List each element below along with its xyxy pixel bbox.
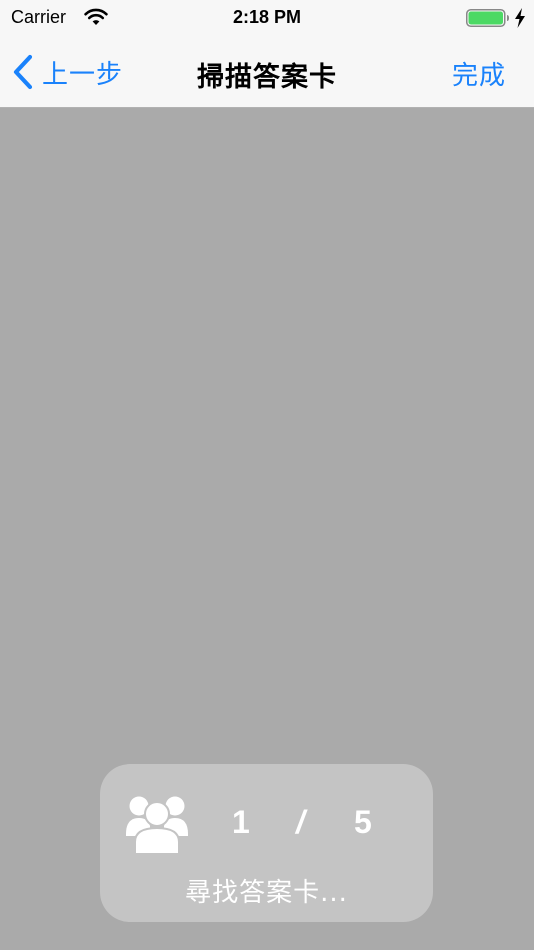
done-button[interactable]: 完成 [452, 55, 506, 92]
total-count: 5 [354, 804, 372, 840]
current-count: 1 [232, 804, 250, 840]
charging-bolt-icon [515, 8, 525, 28]
group-icon [126, 796, 188, 854]
counter-separator: / [296, 804, 305, 840]
scan-status-panel: 1 / 5 尋找答案卡... [100, 764, 433, 922]
scan-counter: 1 / 5 [220, 804, 390, 844]
status-bar: Carrier 2:18 PM [0, 0, 534, 38]
navigation-bar: 上一步 掃描答案卡 完成 [0, 38, 534, 108]
clock: 2:18 PM [232, 7, 302, 27]
scan-screen: Carrier 2:18 PM 上一步 掃描答案卡 完成 1 / 5 尋找答案卡… [0, 0, 534, 950]
battery-icon [466, 9, 509, 27]
scan-status-text: 尋找答案卡... [185, 878, 348, 908]
